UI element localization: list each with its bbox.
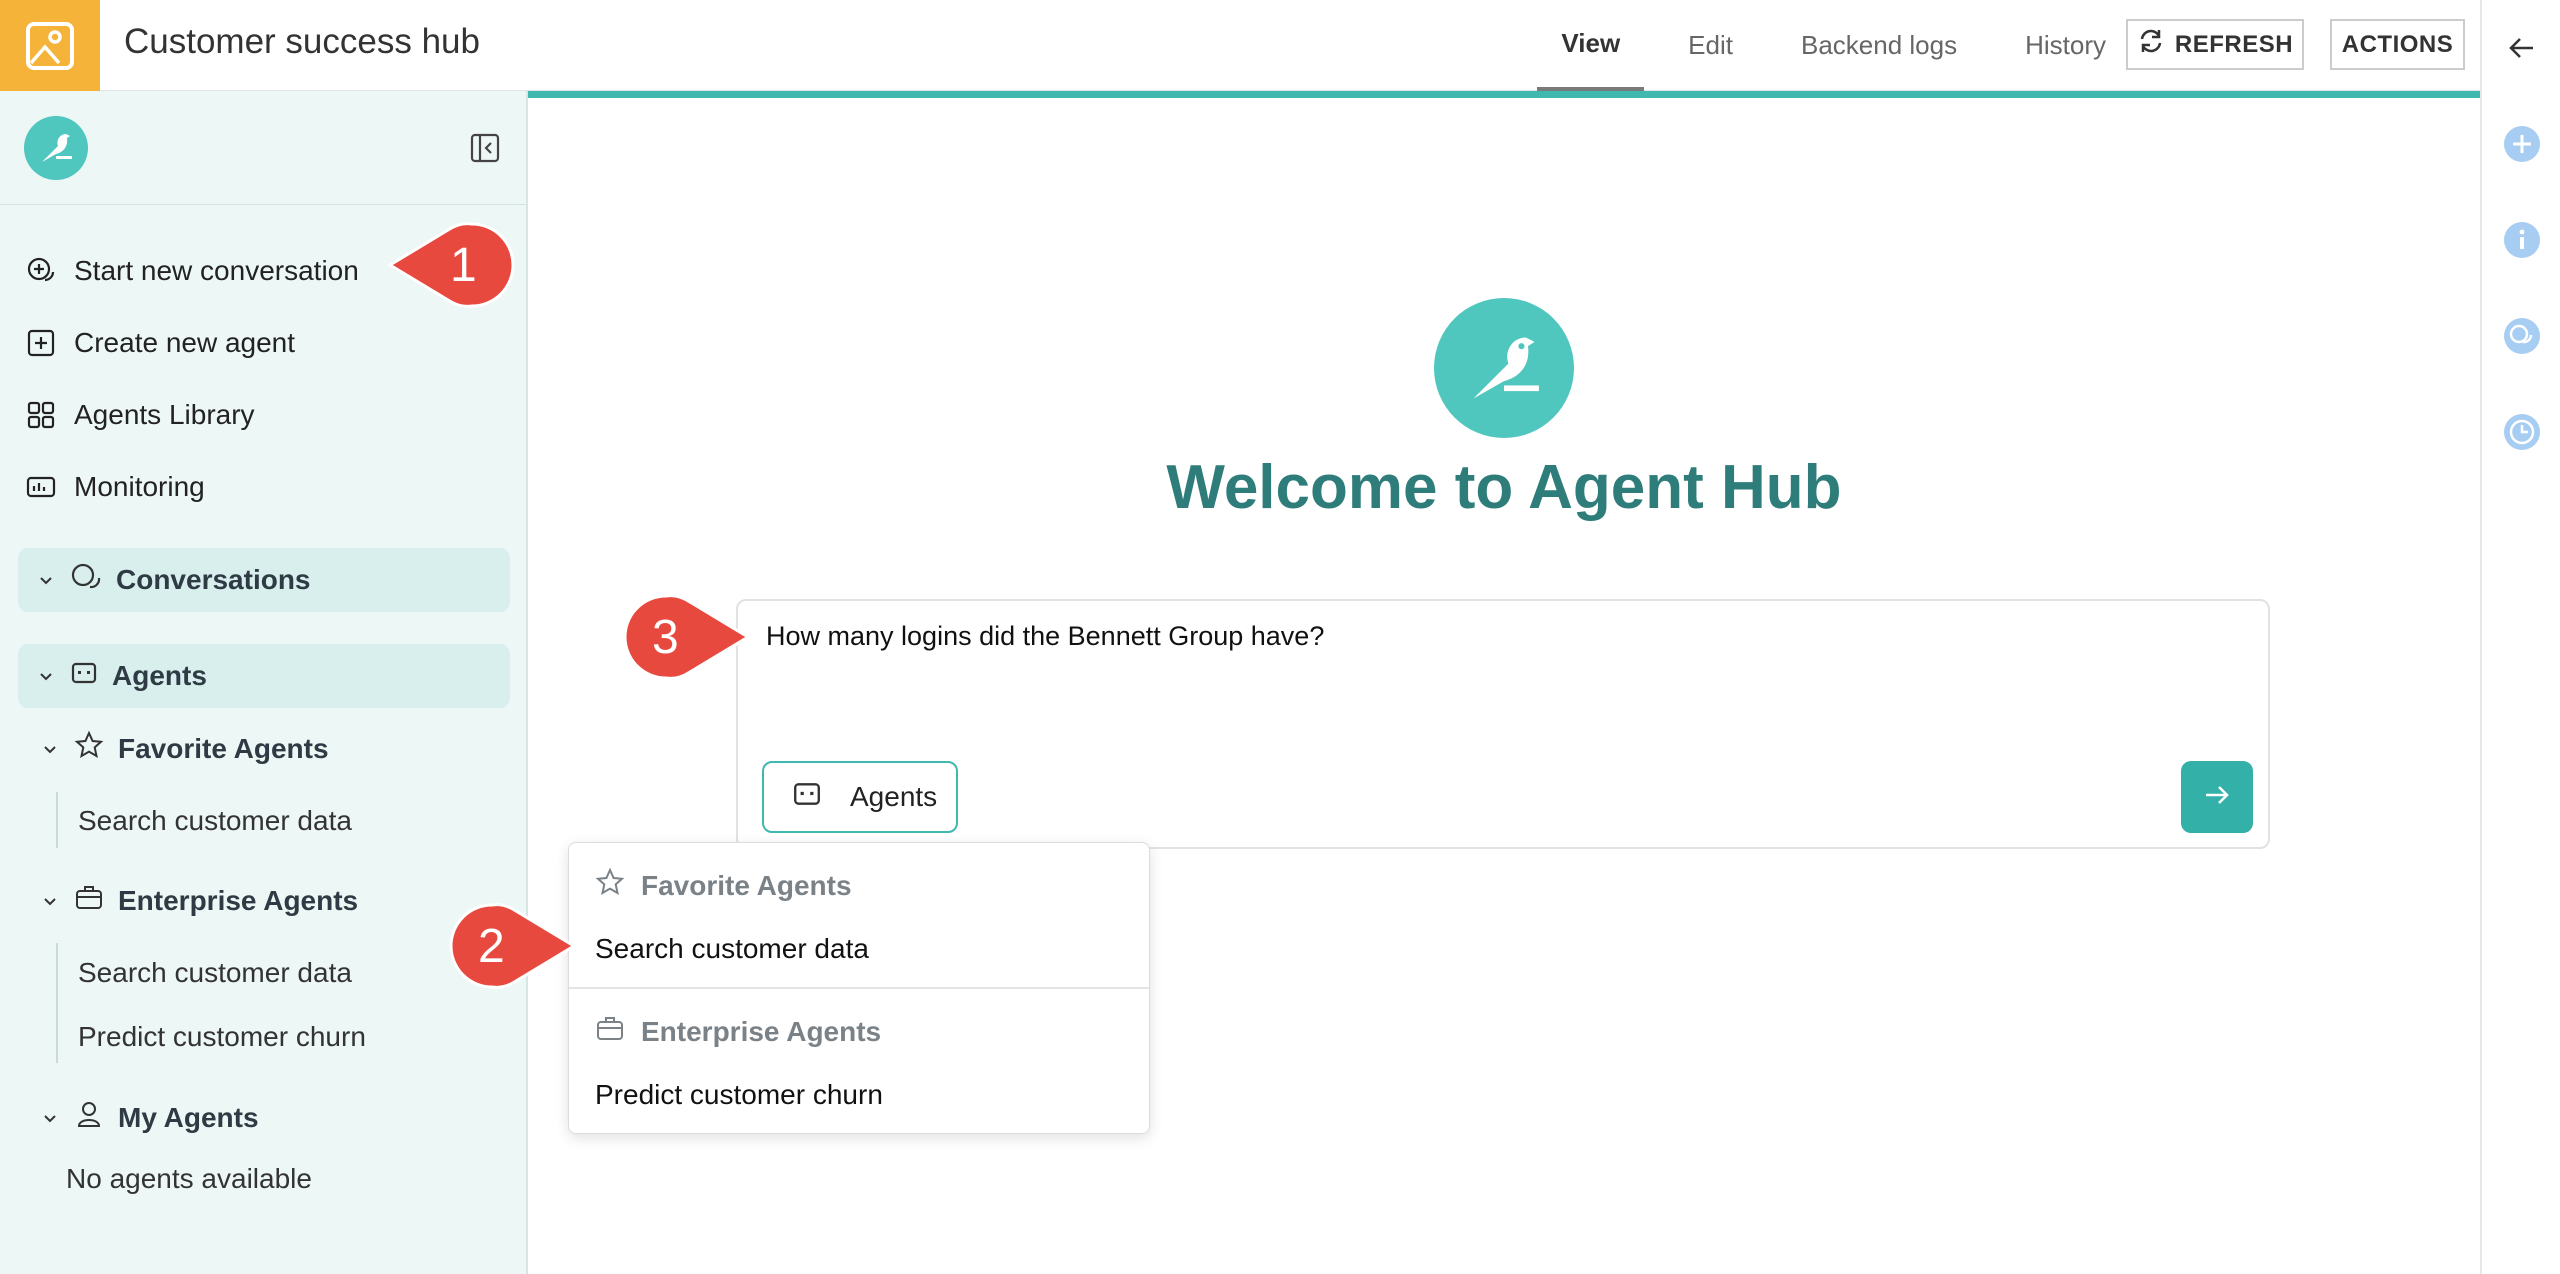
sidebar-item-search-customer-data[interactable]: Search customer data (78, 805, 352, 837)
tab-backend-logs[interactable]: Backend logs (1777, 0, 1981, 91)
my-agents-group[interactable]: My Agents (40, 1099, 259, 1136)
favorite-agents-group[interactable]: Favorite Agents (40, 730, 329, 767)
start-new-conversation-button[interactable]: Start new conversation (26, 255, 359, 287)
clock-icon[interactable] (2502, 412, 2542, 452)
agents-selector-button[interactable]: Agents (762, 761, 958, 833)
star-icon (595, 867, 625, 904)
divider (569, 987, 1149, 989)
callout-3-number: 3 (652, 611, 679, 664)
chevron-down-icon (36, 666, 56, 686)
sidebar-item-predict-customer-churn[interactable]: Predict customer churn (78, 1021, 366, 1053)
collapse-sidebar-icon[interactable] (470, 133, 500, 163)
chevron-down-icon (40, 891, 60, 911)
loading-bar (528, 91, 2480, 98)
chat-input[interactable]: How many logins did the Bennett Group ha… (766, 621, 1324, 652)
view-tabs: View Edit Backend logs History (1527, 0, 2140, 91)
monitor-icon (26, 472, 56, 502)
sidebar-item-search-customer-data[interactable]: Search customer data (78, 957, 352, 989)
dropdown-enterprise-group: Enterprise Agents (595, 1013, 881, 1050)
top-bar: Customer success hub View Edit Backend l… (0, 0, 2480, 91)
agents-selector-label: Agents (850, 781, 938, 812)
welcome-heading: Welcome to Agent Hub (1166, 453, 1842, 522)
actions-button[interactable]: ACTIONS (2330, 19, 2465, 70)
agents-label: Agents (112, 660, 207, 691)
chevron-down-icon (36, 570, 56, 590)
tree-line (56, 943, 58, 1063)
tab-edit[interactable]: Edit (1664, 0, 1757, 91)
refresh-icon (2137, 27, 2165, 62)
callout-1-number: 1 (450, 239, 477, 292)
agents-library-label: Agents Library (74, 399, 255, 430)
tab-history[interactable]: History (2001, 0, 2130, 91)
dropdown-favorite-group: Favorite Agents (595, 867, 852, 904)
agent-bot-icon (70, 659, 98, 694)
arrow-left-icon[interactable] (2502, 28, 2542, 68)
chevron-down-icon (40, 1108, 60, 1128)
favorite-agents-label: Favorite Agents (118, 732, 329, 764)
enterprise-agents-group[interactable]: Enterprise Agents (40, 882, 358, 919)
chevron-down-icon (40, 739, 60, 759)
agents-section[interactable]: Agents (18, 644, 510, 708)
start-new-conversation-label: Start new conversation (74, 255, 359, 286)
callout-3: 3 (620, 594, 751, 680)
plus-circle-icon[interactable] (2502, 124, 2542, 164)
tree-line (56, 792, 58, 848)
agents-dropdown: Favorite Agents Search customer data Ent… (568, 842, 1150, 1134)
callout-2-number: 2 (478, 920, 505, 973)
bird-logo-icon (1434, 298, 1574, 438)
user-icon (74, 1099, 104, 1136)
sidebar-header (0, 91, 526, 205)
conversations-section[interactable]: Conversations (18, 548, 510, 612)
chat-bubbles-icon (70, 562, 102, 599)
dropdown-item-search-customer-data[interactable]: Search customer data (595, 933, 869, 965)
conversations-label: Conversations (116, 564, 311, 595)
chat-input-box[interactable]: How many logins did the Bennett Group ha… (736, 599, 2270, 849)
callout-2: 2 (446, 903, 577, 989)
dropdown-item-predict-customer-churn[interactable]: Predict customer churn (595, 1079, 883, 1111)
create-new-agent-button[interactable]: Create new agent (26, 327, 295, 359)
no-agents-message: No agents available (66, 1163, 312, 1194)
info-icon[interactable] (2502, 220, 2542, 260)
enterprise-agents-label: Enterprise Agents (118, 884, 359, 916)
create-new-agent-label: Create new agent (74, 327, 296, 358)
send-button[interactable] (2181, 761, 2253, 833)
bird-logo-icon (24, 116, 88, 180)
my-agents-label: My Agents (118, 1101, 259, 1133)
right-rail (2480, 0, 2560, 1274)
briefcase-icon (595, 1013, 625, 1050)
arrow-right-icon (2201, 779, 2233, 816)
plus-square-icon (26, 328, 56, 358)
star-icon (74, 730, 104, 767)
dropdown-favorite-label: Favorite Agents (641, 869, 852, 901)
chat-plus-icon (26, 256, 56, 286)
agent-bot-icon (792, 779, 822, 816)
dropdown-enterprise-label: Enterprise Agents (641, 1015, 882, 1047)
monitoring-button[interactable]: Monitoring (26, 471, 205, 503)
agents-library-button[interactable]: Agents Library (26, 399, 255, 431)
app-image-icon[interactable] (0, 0, 100, 91)
chat-bubbles-icon[interactable] (2502, 316, 2542, 356)
app-title: Customer success hub (124, 22, 480, 61)
monitoring-label: Monitoring (74, 471, 205, 502)
refresh-button[interactable]: REFRESH (2126, 19, 2304, 70)
tab-view[interactable]: View (1537, 0, 1645, 91)
briefcase-icon (74, 882, 104, 919)
refresh-label: REFRESH (2174, 30, 2294, 58)
callout-1: 1 (387, 222, 515, 308)
grid-icon (26, 400, 56, 430)
